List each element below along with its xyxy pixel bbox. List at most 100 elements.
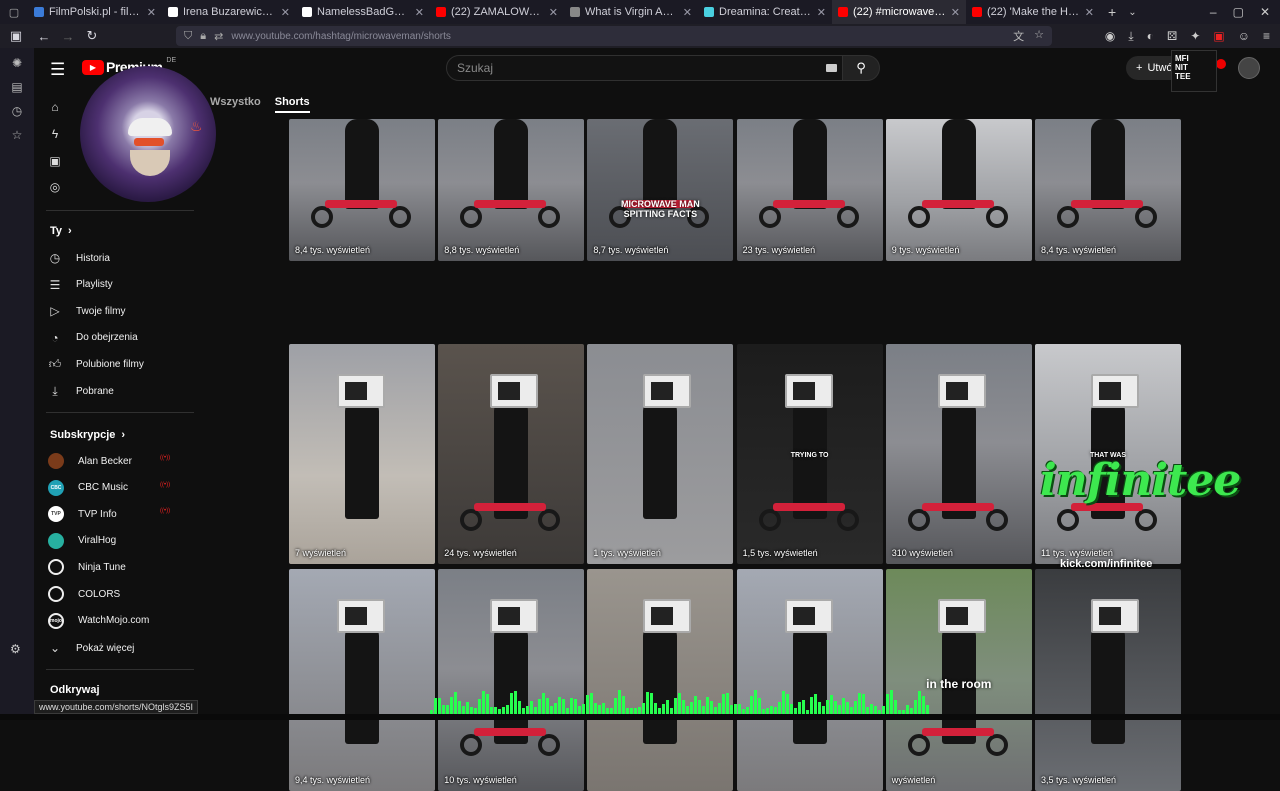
shield-icon[interactable]: ⛉ [184, 30, 192, 43]
short-card[interactable]: 9 tys. wyświetleń [885, 119, 1032, 261]
sidebar-item-historia[interactable]: ◷ Historia [48, 247, 110, 269]
forward-button[interactable]: → [56, 29, 80, 44]
tab-favicon-icon [34, 7, 44, 17]
browser-tab[interactable]: What is Virgin Active ✕ [564, 0, 698, 24]
short-card[interactable]: THAT WAS 11 tys. wyświetleń [1035, 344, 1181, 564]
ai-chat-icon[interactable]: ✺ [12, 56, 22, 70]
close-window-icon[interactable]: ✕ [1260, 5, 1270, 19]
youtube-extension-icon[interactable]: ▣ [1213, 29, 1224, 43]
short-card[interactable]: TRYING TO 1,5 tys. wyświetleń [736, 344, 883, 564]
guide-menu-icon[interactable]: ☰ [50, 60, 65, 80]
visualizer-bar [530, 700, 533, 714]
new-tab-button[interactable]: + [1100, 4, 1124, 20]
close-tab-icon[interactable]: ✕ [817, 6, 826, 19]
minimize-icon[interactable]: – [1210, 5, 1217, 19]
browser-tab[interactable]: (22) 'Make the Hood Smile'…✕ [966, 0, 1100, 24]
permissions-icon[interactable]: ⇄ [214, 30, 223, 43]
person-figure [494, 119, 529, 209]
short-card[interactable]: 24 tys. wyświetleń [438, 344, 585, 564]
chevron-right-icon: › [68, 225, 72, 237]
short-card[interactable] [736, 569, 883, 791]
subscription-item[interactable]: Ninja Tune [48, 556, 126, 578]
maximize-icon[interactable]: ▢ [1233, 5, 1244, 19]
sidebar-item-twoje-filmy[interactable]: ▷ Twoje filmy [48, 300, 125, 322]
sidebar-item-pobrane[interactable]: ⤓ Pobrane [48, 380, 113, 402]
short-card[interactable] [587, 569, 734, 791]
extension-icon[interactable]: ◐ [1147, 29, 1154, 43]
history-icon[interactable]: ◷ [12, 104, 22, 118]
tab-list-dropdown-icon[interactable]: ⌄ [1124, 7, 1140, 18]
infinitee-brand-logo: infinitee [1040, 455, 1241, 506]
browser-tab[interactable]: (22) ZAMALOWANY MURAL…✕ [430, 0, 564, 24]
short-card[interactable]: 310 wyświetleń [885, 344, 1032, 564]
browser-tab[interactable]: FilmPolski.pl - filmoteka✕ [28, 0, 162, 24]
sidebar-item-polubione-filmy[interactable]: 👍︎ Polubione filmy [48, 353, 144, 375]
search-button[interactable]: ⚲ [842, 55, 880, 81]
person-figure [345, 399, 379, 519]
sidebar-item-subscriptions[interactable]: ▣ [48, 150, 62, 172]
close-tab-icon[interactable]: ✕ [147, 6, 156, 19]
browser-tab[interactable]: (22) #microwaveman - You…✕ [832, 0, 966, 24]
short-card[interactable]: 8,4 tys. wyświetleń [289, 119, 435, 261]
you-section-heading[interactable]: Ty › [50, 225, 72, 237]
short-card[interactable]: 8,4 tys. wyświetleń [1035, 119, 1181, 261]
translate-icon[interactable]: 文 [1013, 28, 1024, 44]
short-card[interactable]: 10 tys. wyświetleń [438, 569, 585, 791]
lock-icon[interactable]: 🔒︎ [200, 30, 206, 43]
short-card[interactable]: 23 tys. wyświetleń [736, 119, 883, 261]
channel-avatar [48, 586, 64, 602]
close-tab-icon[interactable]: ✕ [683, 6, 692, 19]
back-button[interactable]: ← [32, 29, 56, 44]
sidebar-item-home[interactable]: ⌂ [48, 96, 62, 118]
keyboard-icon[interactable] [826, 64, 837, 72]
bookmark-star-icon[interactable]: ☆ [1034, 28, 1044, 44]
short-card[interactable]: MICROWAVE MAN SPITTING FACTS 8,7 tys. wyś… [587, 119, 734, 261]
close-tab-icon[interactable]: ✕ [549, 6, 558, 19]
short-card[interactable]: 1 tys. wyświetleń [587, 344, 734, 564]
tab-overview-icon[interactable]: ▢ [0, 0, 28, 24]
short-card[interactable]: in the room wyświetleń [885, 569, 1032, 791]
browser-tab[interactable]: Irena Buzarewicz (@IrenaB…✕ [162, 0, 296, 24]
close-tab-icon[interactable]: ✕ [281, 6, 290, 19]
extensions-puzzle-icon[interactable]: ✦ [1190, 29, 1200, 43]
tab-all[interactable]: Wszystko [210, 96, 261, 108]
subscription-item[interactable]: Alan Becker [48, 450, 132, 472]
profile-icon[interactable]: ☺ [1238, 29, 1250, 43]
navigation-toolbar: ▣ ← → ↻ ⛉ 🔒︎ ⇄ www.youtube.com/hashtag/m… [0, 24, 1280, 48]
url-bar[interactable]: ⛉ 🔒︎ ⇄ www.youtube.com/hashtag/microwave… [176, 26, 1052, 46]
subscription-item[interactable]: TVP TVP Info [48, 503, 117, 525]
screenshot-icon[interactable]: ◉ [1105, 29, 1115, 43]
extension-icon[interactable]: ⚄ [1167, 29, 1177, 43]
downloads-icon[interactable]: ⤓ [1128, 29, 1133, 44]
subscription-item[interactable]: mojo WatchMojo.com [48, 610, 149, 632]
show-more-button[interactable]: ⌄ Pokaż więcej [48, 637, 134, 659]
menu-icon[interactable]: ≡ [1263, 29, 1270, 43]
close-tab-icon[interactable]: ✕ [1085, 6, 1094, 19]
short-card[interactable]: 3,5 tys. wyświetleń [1035, 569, 1181, 791]
subscription-item[interactable]: ViralHog [48, 530, 116, 552]
short-card[interactable]: 8,8 tys. wyświetleń [438, 119, 585, 261]
subscription-item[interactable]: CBC CBC Music [48, 477, 128, 499]
sidebar-item-shorts[interactable]: ϟ [48, 123, 62, 145]
short-view-count: 9 tys. wyświetleń [891, 245, 960, 255]
sidebar-toggle-icon[interactable]: ▣ [0, 28, 32, 44]
close-tab-icon[interactable]: ✕ [951, 6, 960, 19]
sidebar-item-do-obejrzenia[interactable]: ◔ Do obejrzenia [48, 327, 137, 349]
short-card[interactable]: 9,4 tys. wyświetleń [289, 569, 435, 791]
notification-badge[interactable] [1216, 59, 1226, 69]
search-input[interactable]: Szukaj [446, 55, 846, 81]
bookmarks-icon[interactable]: ☆ [12, 128, 23, 142]
settings-gear-icon[interactable]: ⚙ [10, 642, 21, 656]
account-avatar[interactable] [1238, 57, 1260, 79]
tab-shorts[interactable]: Shorts [274, 96, 310, 113]
subscriptions-heading[interactable]: Subskrypcje › [50, 429, 125, 441]
sidebar-item-playlisty[interactable]: ☰ Playlisty [48, 274, 113, 296]
short-card[interactable]: 7 wyświetleń [289, 344, 435, 564]
browser-tab[interactable]: NamelessBadGuy on X: "CR…✕ [296, 0, 430, 24]
reload-button[interactable]: ↻ [80, 28, 104, 44]
browser-tab[interactable]: Dreamina: Create realistic t…✕ [698, 0, 832, 24]
subscription-item[interactable]: COLORS [48, 583, 120, 605]
synced-tabs-icon[interactable]: ▤ [11, 80, 22, 94]
sidebar-item-youtube-music[interactable]: ◎ [48, 176, 62, 198]
close-tab-icon[interactable]: ✕ [415, 6, 424, 19]
